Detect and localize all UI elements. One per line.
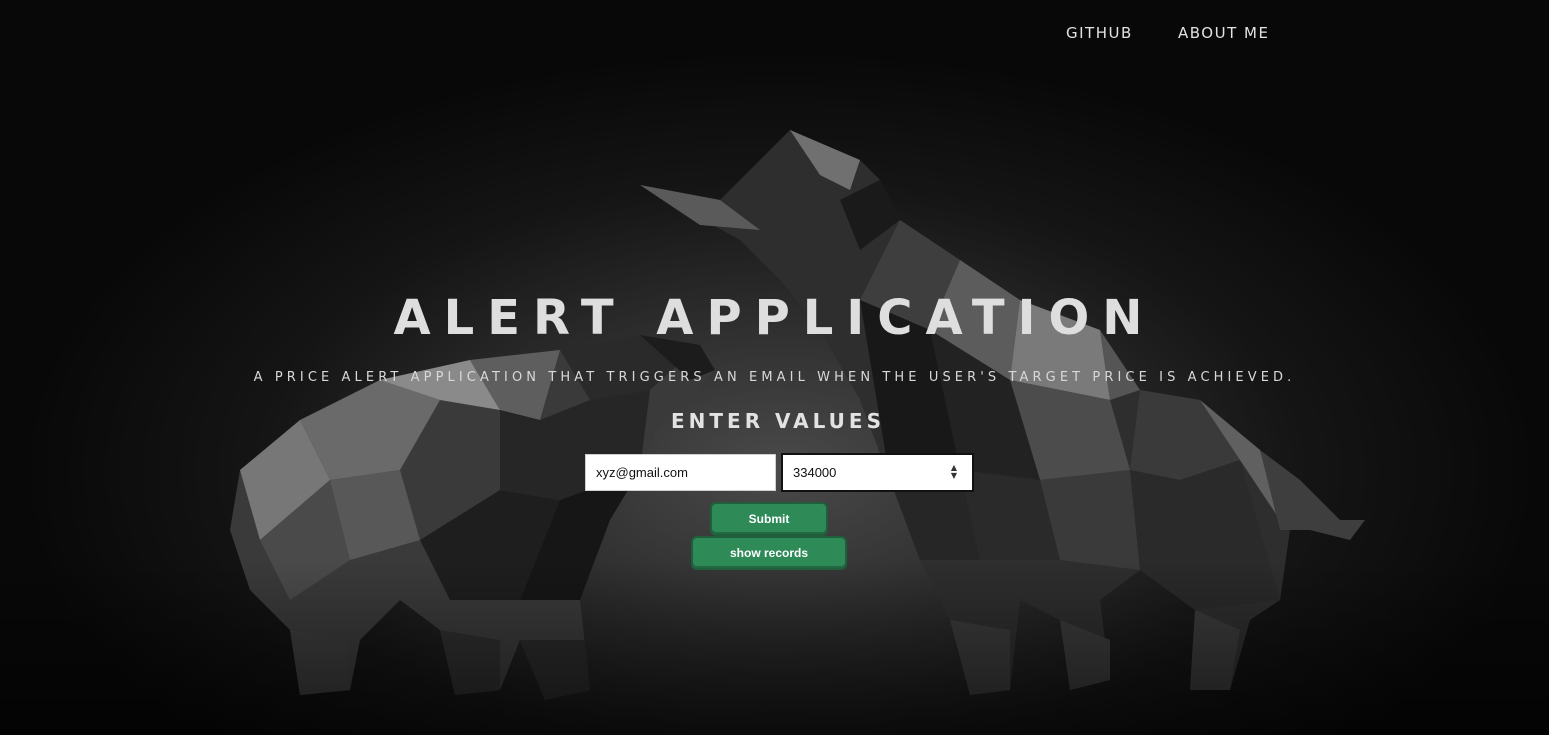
target-price-input[interactable] <box>781 453 974 492</box>
page-subtitle: A PRICE ALERT APPLICATION THAT TRIGGERS … <box>253 370 1296 385</box>
submit-button[interactable]: Submit <box>710 502 828 536</box>
nav-link-about-me[interactable]: ABOUT ME <box>1178 24 1269 42</box>
bull-bear-sculpture-image <box>0 130 1549 735</box>
form-heading: ENTER VALUES <box>670 409 885 433</box>
show-records-button[interactable]: show records <box>691 536 847 570</box>
number-spinner-icon[interactable]: ▲ ▼ <box>948 464 960 480</box>
hero-background <box>0 0 1549 735</box>
email-input[interactable] <box>585 454 776 491</box>
top-nav: GITHUB ABOUT ME <box>0 24 1549 48</box>
nav-link-github[interactable]: GITHUB <box>1066 24 1133 42</box>
page-title: ALERT APPLICATION <box>393 290 1156 346</box>
